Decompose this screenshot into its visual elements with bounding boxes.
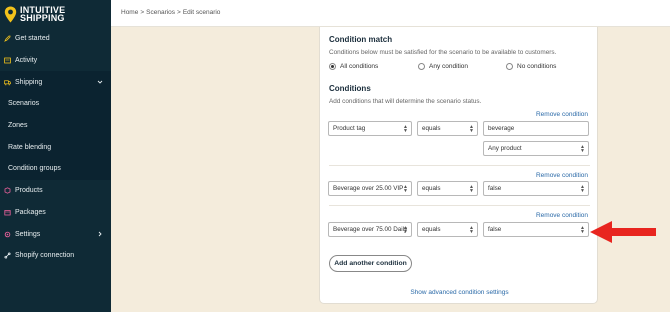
remove-condition-link[interactable]: Remove condition: [536, 212, 588, 219]
sidebar-item-label: Rate blending: [8, 143, 52, 151]
conditions-description: Add conditions that will determine the s…: [329, 98, 482, 105]
conditions-card: Condition match Conditions below must be…: [319, 27, 598, 304]
sidebar-item-scenarios[interactable]: Scenarios: [0, 93, 111, 115]
condition-operator-select[interactable]: equals ▲ ▼: [417, 222, 478, 237]
chevron-right-icon: [98, 231, 102, 237]
remove-condition-link[interactable]: Remove condition: [536, 172, 588, 179]
sidebar-item-label: Shopify connection: [15, 252, 75, 260]
select-arrow-icon: ▲ ▼: [403, 124, 408, 134]
sidebar-item-get-started[interactable]: Get started: [0, 28, 111, 50]
rocket-icon: [4, 35, 11, 43]
condition-value-select[interactable]: false ▲ ▼: [483, 222, 589, 237]
sidebar-item-label: Zones: [8, 122, 28, 130]
sidebar-item-rate-blending[interactable]: Rate blending: [0, 136, 111, 159]
sidebar-item-label: Condition groups: [8, 165, 61, 173]
condition-value-input[interactable]: beverage: [483, 121, 589, 136]
truck-icon: [4, 79, 11, 86]
condition-field-select[interactable]: Product tag ▲ ▼: [328, 121, 412, 136]
top-bar: Home > Scenarios > Edit scenario: [111, 0, 670, 27]
select-arrow-icon: ▲ ▼: [580, 144, 585, 154]
condition-field-select[interactable]: Beverage over 25.00 VIP ▲ ▼: [328, 181, 412, 196]
condition-operator-select[interactable]: equals ▲ ▼: [417, 181, 478, 196]
link-icon: [4, 252, 11, 259]
breadcrumb-separator: >: [140, 9, 145, 16]
remove-condition-link[interactable]: Remove condition: [536, 111, 588, 118]
activity-icon: [4, 57, 11, 64]
radio-any-condition[interactable]: Any condition: [418, 63, 506, 70]
chevron-down-icon: [97, 80, 103, 84]
radio-all-conditions[interactable]: All conditions: [329, 63, 418, 70]
select-arrow-icon: ▲ ▼: [469, 184, 474, 194]
location-pin-icon: [4, 6, 17, 22]
condition-match-radio-group: All conditions Any condition No conditio…: [329, 63, 556, 70]
select-arrow-icon: ▲ ▼: [403, 225, 408, 235]
condition-field-select[interactable]: Beverage over 75.00 Daily ▲ ▼: [328, 222, 412, 237]
divider: [329, 205, 590, 206]
sidebar-item-packages[interactable]: Packages: [0, 202, 111, 224]
sidebar-item-settings[interactable]: Settings: [0, 223, 111, 245]
condition-operator-select[interactable]: equals ▲ ▼: [417, 121, 478, 136]
radio-circle[interactable]: [506, 63, 513, 70]
radio-circle[interactable]: [329, 63, 336, 70]
brand-name: INTUITIVE SHIPPING: [20, 5, 66, 23]
box-icon: [4, 187, 11, 194]
select-arrow-icon: ▲ ▼: [469, 124, 474, 134]
breadcrumb-home[interactable]: Home: [121, 9, 138, 16]
sidebar: INTUITIVE SHIPPING Get started Activity …: [0, 0, 111, 312]
select-arrow-icon: ▲ ▼: [580, 184, 585, 194]
annotation-arrow-icon: [590, 221, 656, 243]
add-another-condition-button[interactable]: Add another condition: [329, 255, 412, 272]
divider: [329, 165, 590, 166]
breadcrumb-separator: >: [177, 9, 181, 16]
sidebar-item-label: Get started: [15, 35, 50, 43]
select-arrow-icon: ▲ ▼: [403, 184, 408, 194]
conditions-title: Conditions: [329, 84, 371, 93]
condition-product-scope-select[interactable]: Any product ▲ ▼: [483, 141, 589, 156]
sidebar-item-label: Products: [15, 187, 43, 195]
select-arrow-icon: ▲ ▼: [580, 225, 585, 235]
show-advanced-settings-link[interactable]: Show advanced condition settings: [320, 289, 599, 296]
sidebar-item-zones[interactable]: Zones: [0, 114, 111, 137]
sidebar-item-label: Scenarios: [8, 100, 40, 108]
sidebar-item-label: Activity: [15, 57, 38, 65]
radio-circle[interactable]: [418, 63, 425, 70]
breadcrumb-scenarios[interactable]: Scenarios: [146, 9, 175, 16]
condition-match-description: Conditions below must be satisfied for t…: [329, 49, 557, 56]
sidebar-item-products[interactable]: Products: [0, 180, 111, 202]
sidebar-item-label: Settings: [15, 230, 41, 238]
sidebar-item-condition-groups[interactable]: Condition groups: [0, 158, 111, 180]
breadcrumb-current: Edit scenario: [182, 9, 221, 16]
select-arrow-icon: ▲ ▼: [469, 225, 474, 235]
sidebar-nav: Get started Activity Shipping Scenarios …: [0, 28, 111, 267]
condition-match-title: Condition match: [329, 35, 393, 44]
brand-logo[interactable]: INTUITIVE SHIPPING: [0, 0, 111, 28]
breadcrumb: Home > Scenarios > Edit scenario: [121, 9, 220, 16]
sidebar-item-activity[interactable]: Activity: [0, 50, 111, 72]
sidebar-item-shipping[interactable]: Shipping: [0, 71, 111, 94]
gear-icon: [4, 231, 11, 238]
radio-no-conditions[interactable]: No conditions: [506, 63, 556, 70]
sidebar-item-shopify-connection[interactable]: Shopify connection: [0, 245, 111, 267]
sidebar-item-label: Shipping: [15, 78, 43, 86]
sidebar-item-label: Packages: [15, 208, 46, 216]
condition-value-select[interactable]: false ▲ ▼: [483, 181, 589, 196]
package-icon: [4, 209, 11, 216]
